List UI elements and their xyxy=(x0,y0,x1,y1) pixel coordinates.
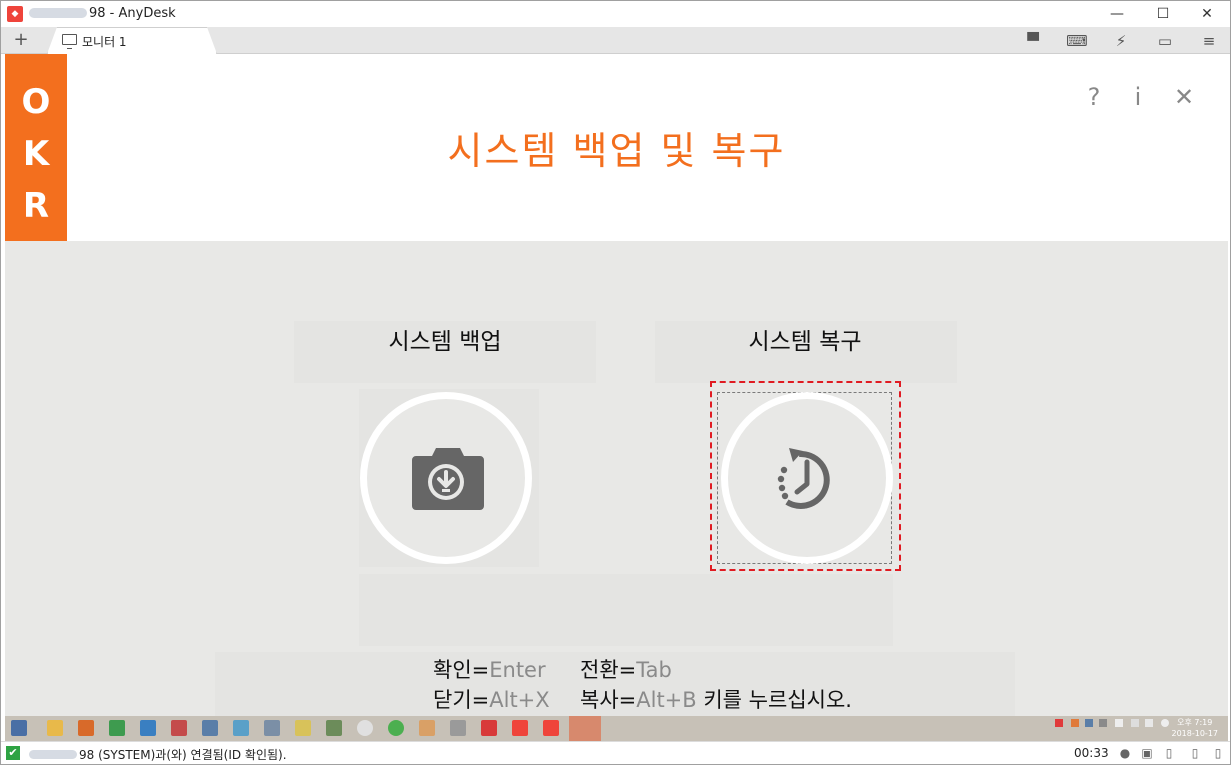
hint-line-1: 확인=Enter xyxy=(433,658,546,682)
taskbar-clock[interactable]: 오후 7:19 2018-10-17 xyxy=(1172,717,1219,739)
app-icon[interactable] xyxy=(109,720,125,736)
tray-icon[interactable] xyxy=(1099,719,1107,727)
remote-screen: O K R 시스템 백업 및 복구 ? i ✕ 시스템 백업 시스템 복구 확인… xyxy=(5,54,1228,741)
app-icon[interactable] xyxy=(233,720,249,736)
tray-icon[interactable] xyxy=(1115,719,1123,727)
chrome-icon[interactable] xyxy=(388,720,404,736)
app-icon[interactable] xyxy=(357,720,373,736)
tab-label: 모니터 1 xyxy=(82,35,127,49)
keyboard-icon[interactable]: ⌨ xyxy=(1064,30,1090,52)
privacy-icon[interactable]: ● xyxy=(1118,746,1132,760)
hint-line-2b: 복사=Alt+B 키를 누르십시오. xyxy=(580,688,852,712)
app-icon[interactable] xyxy=(419,720,435,736)
start-icon[interactable] xyxy=(11,720,27,736)
close-button[interactable]: ✕ xyxy=(1184,1,1230,27)
monitor-icon xyxy=(62,34,77,49)
app-header: O K R 시스템 백업 및 복구 ? i ✕ xyxy=(5,54,1228,241)
restore-title: 시스템 복구 xyxy=(748,329,862,355)
folder-icon[interactable] xyxy=(47,720,63,736)
tray-icon[interactable] xyxy=(1055,719,1063,727)
clock-restore-icon xyxy=(777,448,830,509)
app-icon[interactable] xyxy=(481,720,497,736)
display-icon[interactable]: ▭ xyxy=(1152,30,1178,52)
actions-lightning-icon[interactable]: ⚡ xyxy=(1108,30,1134,52)
anydesk-logo-icon: ◆ xyxy=(7,6,23,22)
tray-icon[interactable] xyxy=(1161,719,1169,727)
connection-status: 98 (SYSTEM)과(와) 연결됨(ID 확인됨). xyxy=(29,746,287,763)
session-timer: 00:33 xyxy=(1074,746,1109,760)
anydesk-window: ◆ 98 - AnyDesk — ☐ ✕ + 모니터 1 ▀ ⌨ ⚡ ▭ ≡ O… xyxy=(0,0,1231,765)
file-icon[interactable]: ▯ xyxy=(1211,746,1225,760)
lock-icon[interactable]: ▯ xyxy=(1162,746,1176,760)
redacted-id xyxy=(29,750,77,759)
lower-panel-bg xyxy=(359,574,893,646)
anydesk-taskbar-icon[interactable] xyxy=(543,720,559,736)
help-button[interactable]: ? xyxy=(1079,82,1109,112)
window-title: 98 - AnyDesk xyxy=(29,6,176,21)
app-icon[interactable] xyxy=(264,720,280,736)
hint-line-1b: 전환=Tab xyxy=(580,658,672,682)
add-tab-button[interactable]: + xyxy=(9,29,33,51)
tray-icon[interactable] xyxy=(1131,719,1139,727)
connected-check-icon: ✔ xyxy=(6,746,20,760)
page-title: 시스템 백업 및 복구 xyxy=(447,129,786,173)
tray-icon[interactable] xyxy=(1071,719,1079,727)
tab-bar: + 모니터 1 ▀ ⌨ ⚡ ▭ ≡ xyxy=(1,27,1230,54)
minimize-button[interactable]: — xyxy=(1094,1,1140,27)
app-icon[interactable] xyxy=(450,720,466,736)
file-icon[interactable]: ▯ xyxy=(1188,746,1202,760)
anydesk-taskbar-icon[interactable] xyxy=(512,720,528,736)
hint-line-2: 닫기=Alt+X xyxy=(433,688,550,712)
app-icon[interactable] xyxy=(326,720,342,736)
tray-icon[interactable] xyxy=(1145,719,1153,727)
system-backup-button[interactable] xyxy=(360,392,532,564)
screen-icon[interactable]: ▣ xyxy=(1140,746,1154,760)
menu-icon[interactable]: ≡ xyxy=(1196,30,1222,52)
system-restore-button[interactable] xyxy=(721,392,893,564)
maximize-button[interactable]: ☐ xyxy=(1140,1,1186,27)
app-icon[interactable] xyxy=(78,720,94,736)
remote-taskbar: 오후 7:19 2018-10-17 xyxy=(5,716,1228,741)
app-icon[interactable] xyxy=(295,720,311,736)
app-icon[interactable] xyxy=(140,720,156,736)
backup-title: 시스템 백업 xyxy=(388,329,502,355)
app-icon[interactable] xyxy=(202,720,218,736)
chat-icon[interactable]: ▀ xyxy=(1020,30,1046,52)
info-button[interactable]: i xyxy=(1123,82,1153,112)
tab-monitor-1[interactable]: 모니터 1 xyxy=(47,27,217,54)
title-bar: ◆ 98 - AnyDesk — ☐ ✕ xyxy=(1,1,1230,27)
tray-icon[interactable] xyxy=(1085,719,1093,727)
status-bar: ✔ 98 (SYSTEM)과(와) 연결됨(ID 확인됨). 00:33 ● ▣… xyxy=(1,741,1230,764)
active-app-icon[interactable] xyxy=(569,716,601,741)
redacted-id xyxy=(29,8,87,18)
camera-download-icon xyxy=(412,448,484,510)
app-close-button[interactable]: ✕ xyxy=(1169,82,1199,112)
app-icon[interactable] xyxy=(171,720,187,736)
